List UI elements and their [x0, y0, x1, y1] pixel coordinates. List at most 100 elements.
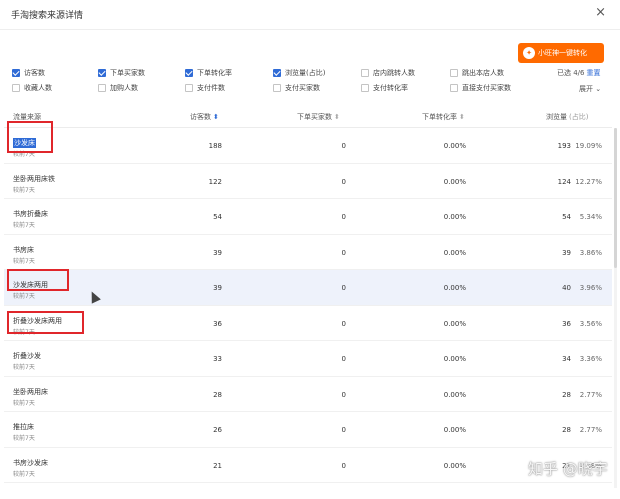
metric-option[interactable]: 浏览量(占比)	[273, 68, 325, 78]
header-conversion[interactable]: 下单转化率 ⬍	[422, 112, 465, 122]
metric-checkbox[interactable]	[361, 84, 369, 92]
source-keyword: 书房沙发床	[13, 458, 48, 467]
metric-option[interactable]: 直接支付买家数	[450, 83, 511, 93]
metric-checkbox[interactable]	[450, 69, 458, 77]
metric-checkbox[interactable]	[273, 84, 281, 92]
metric-option[interactable]: 店内跳转人数	[361, 68, 415, 78]
table-row[interactable]: 折叠沙发 较前7天 33 0 0.00% 34 3.36%	[4, 341, 612, 377]
compare-period: 较前7天	[13, 151, 35, 158]
conversion-value: 0.00%	[443, 284, 466, 292]
share-value: 3.86%	[579, 248, 602, 257]
metric-checkbox[interactable]	[185, 69, 193, 77]
table-row[interactable]: 沙发床 较前7天 188 0 0.00% 193 19.09%	[4, 128, 612, 164]
metric-label: 支付转化率	[373, 84, 408, 92]
promo-button[interactable]: ✦ 小旺神一键转化	[518, 43, 604, 63]
selected-count: 已选 4/6 重置	[557, 68, 601, 78]
metric-option[interactable]: 下单买家数	[98, 68, 145, 78]
metric-checkbox[interactable]	[185, 84, 193, 92]
table-row[interactable]: 书房折叠床 较前7天 54 0 0.00% 54 5.34%	[4, 199, 612, 235]
metric-label: 下单买家数	[110, 69, 145, 77]
compare-period: 较前7天	[13, 470, 35, 478]
compare-period: 较前7天	[13, 293, 35, 300]
visitors-value: 26	[213, 426, 222, 434]
robot-icon: ✦	[523, 47, 535, 59]
pageviews-value: 124	[557, 177, 571, 186]
metric-option[interactable]: 跳出本店人数	[450, 68, 504, 78]
compare-period: 较前7天	[13, 222, 35, 229]
conversion-value: 0.00%	[443, 355, 466, 363]
visitors-value: 188	[208, 142, 222, 150]
metric-option[interactable]: 下单转化率	[185, 68, 232, 78]
share-value: 5.34%	[579, 213, 602, 221]
table-row[interactable]: 折叠沙发床两用 较前7天 36 0 0.00% 36 3.56%	[4, 305, 612, 341]
promo-label: 小旺神一键转化	[538, 49, 587, 57]
close-icon[interactable]: ×	[595, 6, 606, 20]
expand-toggle[interactable]: 展开 ⌄	[579, 84, 601, 94]
metric-checkbox[interactable]	[273, 69, 281, 77]
compare-period: 较前7天	[13, 328, 35, 336]
conversion-value: 0.00%	[443, 390, 466, 399]
visitors-value: 54	[213, 213, 222, 221]
pageviews-value: 193	[557, 142, 571, 150]
compare-period: 较前7天	[13, 257, 35, 265]
sort-icon[interactable]: ⬍	[459, 113, 465, 121]
expand-label: 展开	[579, 85, 593, 93]
buyers-value: 0	[341, 248, 346, 257]
buyers-value: 0	[341, 355, 346, 363]
metric-option[interactable]: 支付买家数	[273, 83, 320, 93]
share-value: 2.77%	[579, 426, 602, 434]
metric-checkbox[interactable]	[98, 84, 106, 92]
metric-checkbox[interactable]	[12, 69, 20, 77]
share-value: 3.56%	[579, 319, 602, 328]
metric-label: 支付件数	[197, 84, 225, 92]
metric-checkbox[interactable]	[98, 69, 106, 77]
source-keyword: 折叠沙发	[13, 352, 41, 360]
buyers-value: 0	[341, 390, 346, 399]
buyers-value: 0	[341, 284, 346, 292]
header-buyers-label: 下单买家数	[297, 113, 332, 121]
conversion-value: 0.00%	[443, 177, 466, 186]
conversion-value: 0.00%	[443, 142, 466, 150]
header-visitors[interactable]: 访客数 ⬍	[190, 112, 219, 122]
scrollbar-thumb[interactable]	[614, 128, 617, 268]
share-value: 19.09%	[575, 142, 602, 150]
metric-checkbox[interactable]	[361, 69, 369, 77]
buyers-value: 0	[341, 213, 346, 221]
table-row[interactable]: 推拉床 较前7天 26 0 0.00% 28 2.77%	[4, 412, 612, 448]
table-header: 流量来源 访客数 ⬍ 下单买家数 ⬍ 下单转化率 ⬍ 浏览量 (占比)	[4, 104, 612, 128]
metric-option[interactable]: 收藏人数	[12, 83, 52, 93]
table-row[interactable]: 书房沙发床 较前7天 21 0 0.00% 21 2.08%	[4, 447, 612, 483]
header-buyers[interactable]: 下单买家数 ⬍	[297, 112, 340, 122]
scrollbar[interactable]	[614, 128, 617, 488]
visitors-value: 28	[213, 390, 222, 399]
reset-link[interactable]: 重置	[587, 69, 601, 77]
table-row[interactable]: 书房床 较前7天 39 0 0.00% 39 3.86%	[4, 234, 612, 270]
pageviews-value: 40	[562, 284, 571, 292]
table-row[interactable]: 坐卧两用床铁 较前7天 122 0 0.00% 124 12.27%	[4, 163, 612, 199]
metric-option[interactable]: 支付件数	[185, 83, 225, 93]
metric-checkbox[interactable]	[12, 84, 20, 92]
sort-icon[interactable]: ⬍	[213, 113, 219, 121]
watermark: 知乎 @晓宇	[528, 460, 608, 478]
pageviews-value: 28	[562, 390, 571, 399]
metric-option[interactable]: 支付转化率	[361, 83, 408, 93]
metric-label: 加购人数	[110, 84, 138, 92]
source-keyword: 推拉床	[13, 423, 34, 431]
metric-checkbox[interactable]	[450, 84, 458, 92]
visitors-value: 122	[208, 177, 222, 186]
chevron-down-icon: ⌄	[595, 85, 602, 93]
metric-label: 访客数	[24, 69, 45, 77]
metric-option[interactable]: 加购人数	[98, 83, 138, 93]
metric-option[interactable]: 访客数	[12, 68, 45, 78]
buyers-value: 0	[341, 426, 346, 434]
share-value: 3.96%	[579, 284, 602, 292]
header-pageviews-label: 浏览量	[546, 113, 567, 121]
buyers-value: 0	[341, 177, 346, 186]
table-row[interactable]: 坐卧两用床 较前7天 28 0 0.00% 28 2.77%	[4, 376, 612, 412]
sort-icon[interactable]: ⬍	[334, 113, 340, 121]
buyers-value: 0	[341, 319, 346, 328]
visitors-value: 39	[213, 284, 222, 292]
dialog-header: 手淘搜索来源详情 ×	[0, 0, 620, 30]
visitors-value: 39	[213, 248, 222, 257]
header-pageviews[interactable]: 浏览量 (占比)	[546, 112, 588, 122]
